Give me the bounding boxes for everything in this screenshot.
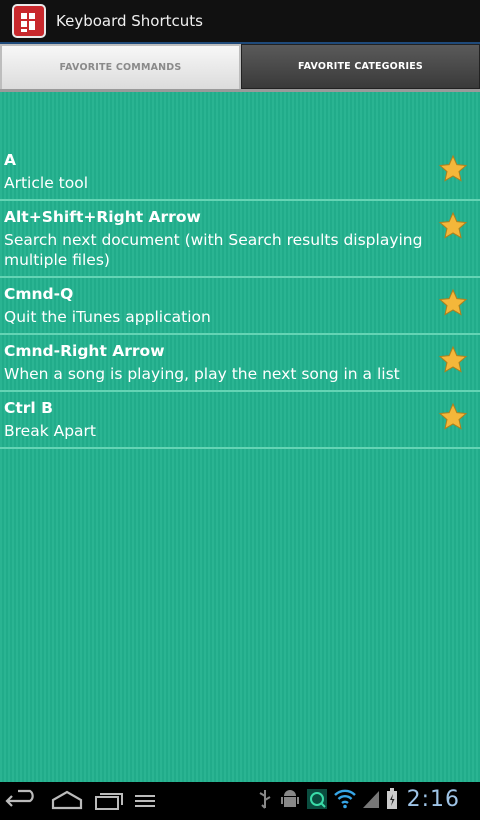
shortcut-description: Quit the iTunes application	[4, 308, 211, 326]
shortcut-key: Cmnd-Right Arrow	[4, 342, 165, 360]
favorites-list: A Article tool Alt+Shift+Right Arrow Sea…	[0, 144, 480, 449]
shortcut-key: A	[4, 151, 16, 169]
tab-favorite-commands[interactable]: FAVORITE COMMANDS	[0, 44, 241, 89]
star-icon[interactable]	[438, 345, 468, 375]
shortcut-key: Ctrl B	[4, 399, 53, 417]
shortcut-description: Search next document (with Search result…	[4, 231, 423, 269]
list-item[interactable]: Cmnd-Q Quit the iTunes application	[0, 278, 480, 335]
usb-icon	[259, 790, 271, 809]
shortcut-key: Cmnd-Q	[4, 285, 74, 303]
star-icon[interactable]	[438, 211, 468, 241]
star-icon[interactable]	[438, 288, 468, 318]
android-debug-icon	[280, 790, 299, 807]
shortcut-description: Break Apart	[4, 422, 96, 440]
recent-apps-icon[interactable]	[92, 788, 126, 814]
wifi-icon	[333, 789, 356, 809]
star-icon[interactable]	[438, 402, 468, 432]
system-navigation-bar: 2:16	[0, 782, 480, 820]
star-icon[interactable]	[438, 154, 468, 184]
app-title: Keyboard Shortcuts	[56, 12, 203, 30]
tab-bar: FAVORITE COMMANDS FAVORITE CATEGORIES	[0, 44, 480, 89]
battery-icon	[386, 788, 397, 809]
list-item[interactable]: Ctrl B Break Apart	[0, 392, 480, 449]
back-icon[interactable]	[4, 788, 42, 814]
shortcut-description: When a song is playing, play the next so…	[4, 365, 400, 383]
favorites-content[interactable]: A Article tool Alt+Shift+Right Arrow Sea…	[0, 89, 480, 782]
signal-icon	[362, 791, 379, 808]
tab-favorite-categories[interactable]: FAVORITE CATEGORIES	[241, 44, 480, 89]
sync-icon	[306, 789, 327, 809]
shortcut-key: Alt+Shift+Right Arrow	[4, 208, 201, 226]
tab-label: FAVORITE CATEGORIES	[298, 61, 423, 72]
action-bar: Keyboard Shortcuts	[0, 0, 480, 44]
tab-label: FAVORITE COMMANDS	[59, 62, 182, 73]
app-logo-icon[interactable]	[12, 4, 46, 38]
shortcut-description: Article tool	[4, 174, 89, 192]
menu-icon[interactable]	[132, 788, 158, 814]
home-icon[interactable]	[48, 788, 86, 814]
list-item[interactable]: Cmnd-Right Arrow When a song is playing,…	[0, 335, 480, 392]
list-item[interactable]: Alt+Shift+Right Arrow Search next docume…	[0, 201, 480, 278]
list-item[interactable]: A Article tool	[0, 144, 480, 201]
status-clock: 2:16	[406, 786, 460, 812]
